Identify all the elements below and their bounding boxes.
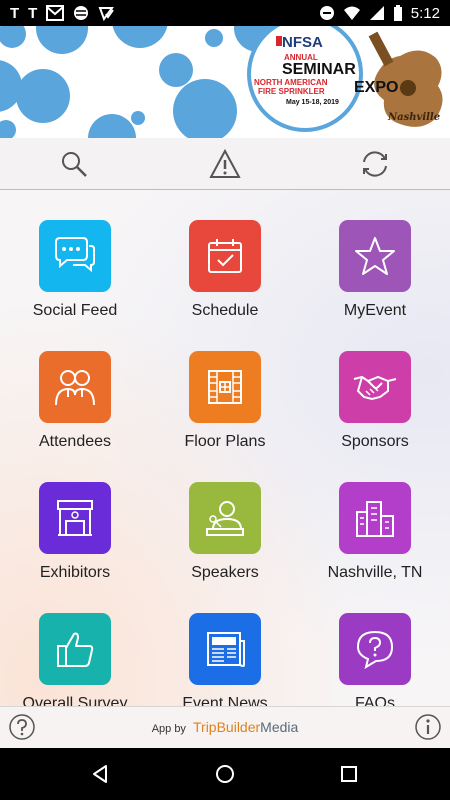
- banner-org: NFSA: [282, 34, 323, 51]
- thumbs-up-icon: [57, 632, 94, 667]
- tile-label: Attendees: [38, 433, 112, 450]
- tile-nashville-tn[interactable]: Nashville, TN: [300, 482, 450, 582]
- info-icon[interactable]: [414, 713, 442, 741]
- news-icon: [207, 632, 245, 667]
- tile-floor-plans[interactable]: Floor Plans: [150, 351, 300, 451]
- banner-city: Nashville: [387, 112, 440, 123]
- calendar-icon: [208, 239, 242, 273]
- banner-fire-sprinkler: FIRE SPRINKLER: [258, 87, 325, 96]
- tile-icon: [189, 351, 261, 423]
- search-icon[interactable]: [58, 148, 90, 180]
- tile-label: FAQs: [354, 695, 395, 706]
- question-icon: [356, 630, 394, 670]
- tile-overall-survey[interactable]: Overall Survey: [0, 613, 150, 706]
- tile-label: Floor Plans: [184, 433, 266, 450]
- status-time: 5:12: [410, 4, 440, 22]
- banner-dates: May 15-18, 2019: [286, 99, 339, 106]
- tile-exhibitors[interactable]: Exhibitors: [0, 482, 150, 582]
- brand-name-a: TripBuilder: [193, 719, 261, 735]
- signal-icon: [369, 6, 384, 20]
- tile-label: Overall Survey: [22, 695, 128, 706]
- handshake-icon: [353, 375, 397, 401]
- notification-t-icon: T: [10, 4, 20, 22]
- star-icon: [355, 237, 395, 275]
- gmail-icon: [46, 5, 65, 21]
- tile-icon: [39, 220, 111, 292]
- tile-icon: [39, 613, 111, 685]
- back-icon[interactable]: [88, 762, 112, 786]
- tile-sponsors[interactable]: Sponsors: [300, 351, 450, 451]
- tile-label: MyEvent: [343, 302, 407, 319]
- tile-event-news[interactable]: Event News: [150, 613, 300, 706]
- tile-label: Speakers: [191, 564, 259, 581]
- tile-label: Sponsors: [341, 433, 409, 450]
- tile-label: Schedule: [191, 302, 259, 319]
- status-bar: T T 5:12: [0, 0, 450, 26]
- menu-grid: Social Feed Schedule MyEvent Attendees F…: [0, 190, 450, 706]
- tile-schedule[interactable]: Schedule: [150, 220, 300, 320]
- tile-label: Social Feed: [32, 302, 118, 319]
- tile-icon: [39, 482, 111, 554]
- event-logo: NFSA ANNUAL SEMINAR NORTH AMERICAN FIRE …: [250, 26, 450, 138]
- tile-icon: [339, 220, 411, 292]
- footer-bar: App by TripBuilderMedia: [0, 706, 450, 748]
- notification-t-icon: T: [28, 4, 38, 22]
- tile-label: Event News: [182, 695, 268, 706]
- battery-icon: [393, 5, 402, 21]
- app-credit[interactable]: App by TripBuilderMedia: [0, 719, 450, 735]
- tile-icon: [339, 482, 411, 554]
- home-icon[interactable]: [213, 762, 237, 786]
- tile-speakers[interactable]: Speakers: [150, 482, 300, 582]
- banner-north-american: NORTH AMERICAN: [254, 78, 328, 87]
- chat-icon: [55, 237, 95, 273]
- wifi-icon: [343, 6, 360, 20]
- speaker-icon: [206, 501, 244, 536]
- tile-faqs[interactable]: FAQs: [300, 613, 450, 706]
- booth-icon: [57, 500, 93, 536]
- tile-icon: [339, 613, 411, 685]
- sync-icon[interactable]: [359, 148, 391, 180]
- warning-icon[interactable]: [209, 148, 241, 180]
- tile-label: Exhibitors: [39, 564, 111, 581]
- tile-icon: [189, 613, 261, 685]
- people-icon: [55, 370, 95, 406]
- system-nav-bar: [0, 748, 450, 800]
- floorplan-icon: [208, 370, 242, 404]
- dnd-icon: [319, 6, 334, 20]
- tile-myevent[interactable]: MyEvent: [300, 220, 450, 320]
- circle-icon: [74, 6, 89, 20]
- banner-seminar: SEMINAR: [282, 61, 356, 78]
- brand-name-b: Media: [260, 719, 299, 735]
- tile-icon: [189, 482, 261, 554]
- brand-logo: TripBuilderMedia: [193, 719, 298, 735]
- status-left: T T: [10, 4, 115, 22]
- tile-icon: [189, 220, 261, 292]
- check-icon: [98, 7, 115, 21]
- recents-icon[interactable]: [337, 762, 361, 786]
- top-toolbar: [0, 138, 450, 190]
- tile-social-feed[interactable]: Social Feed: [0, 220, 150, 320]
- tile-label: Nashville, TN: [327, 564, 423, 581]
- app-by-label: App by: [151, 723, 186, 735]
- status-right: 5:12: [319, 5, 440, 22]
- city-icon: [356, 501, 394, 537]
- tile-icon: [39, 351, 111, 423]
- tile-icon: [339, 351, 411, 423]
- tile-attendees[interactable]: Attendees: [0, 351, 150, 451]
- event-banner: NFSA ANNUAL SEMINAR NORTH AMERICAN FIRE …: [0, 26, 450, 138]
- banner-expo: EXPO: [354, 79, 398, 96]
